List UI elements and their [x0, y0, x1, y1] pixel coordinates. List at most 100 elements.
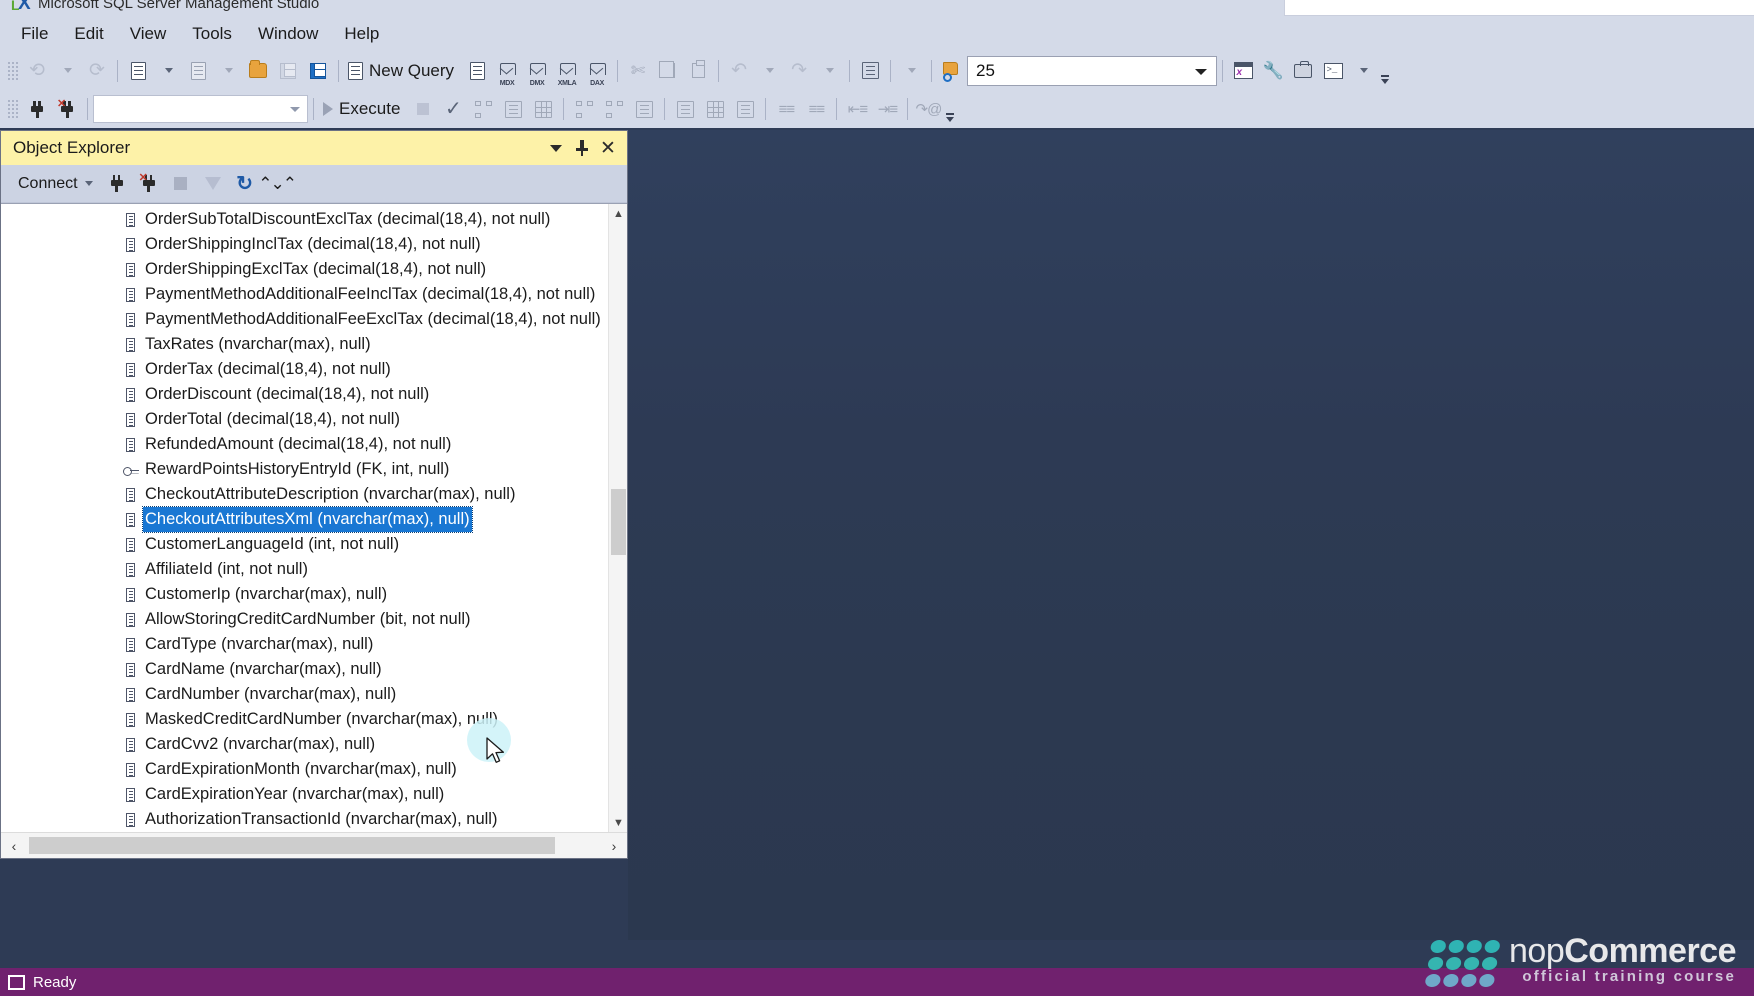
- tree-item[interactable]: CardExpirationMonth (nvarchar(max), null…: [1, 757, 608, 782]
- new-project-dropdown-icon[interactable]: [213, 56, 243, 86]
- tree-item[interactable]: CustomerIp (nvarchar(max), null): [1, 582, 608, 607]
- oe-pin-button[interactable]: [569, 135, 595, 161]
- save-all-icon[interactable]: [303, 56, 333, 86]
- new-project-icon[interactable]: [183, 56, 213, 86]
- stop-icon[interactable]: [408, 94, 438, 124]
- cut-icon[interactable]: ✄: [623, 56, 653, 86]
- object-explorer-title-bar[interactable]: Object Explorer ✕: [1, 131, 627, 165]
- scroll-down-button[interactable]: ▼: [609, 813, 627, 832]
- tree-item[interactable]: OrderShippingInclTax (decimal(18,4), not…: [1, 232, 608, 257]
- new-mdx-query-icon[interactable]: MDX: [492, 56, 522, 87]
- new-query-dropdown-icon[interactable]: [153, 56, 183, 86]
- include-client-statistics-icon[interactable]: [629, 94, 659, 124]
- chevron-down-icon[interactable]: [290, 107, 300, 112]
- available-databases-combo[interactable]: [93, 95, 308, 123]
- undo-dropdown-icon[interactable]: [754, 56, 784, 86]
- tree-item[interactable]: CheckoutAttributesXml (nvarchar(max), nu…: [1, 506, 608, 533]
- tree-item[interactable]: MaskedCreditCardNumber (nvarchar(max), n…: [1, 707, 608, 732]
- show-diagram-pane-icon[interactable]: [855, 56, 885, 86]
- tree-item[interactable]: CardName (nvarchar(max), null): [1, 657, 608, 682]
- toolbox-icon[interactable]: [1288, 56, 1318, 86]
- new-dmx-query-icon[interactable]: DMX: [522, 56, 552, 87]
- paste-icon[interactable]: [683, 56, 713, 86]
- tree-item[interactable]: CardCvv2 (nvarchar(max), null): [1, 732, 608, 757]
- execute-button[interactable]: Execute: [319, 94, 408, 124]
- include-actual-execution-plan-icon[interactable]: [569, 94, 599, 124]
- save-icon[interactable]: [273, 56, 303, 86]
- oe-disconnect-icon[interactable]: ✕: [134, 169, 164, 199]
- tree-vertical-scrollbar[interactable]: ▲ ▼: [608, 204, 627, 832]
- toolbar-overflow-icon[interactable]: [896, 56, 926, 86]
- quick-find-input[interactable]: 25: [967, 55, 1218, 86]
- redo-icon[interactable]: ↷: [784, 56, 814, 86]
- tree-item[interactable]: OrderDiscount (decimal(18,4), not null): [1, 382, 608, 407]
- oe-connect-button[interactable]: Connect: [11, 171, 100, 197]
- oe-stop-icon[interactable]: [166, 169, 196, 199]
- wrench-options-icon[interactable]: 🔧: [1258, 56, 1288, 86]
- navigate-back-icon[interactable]: ⟲: [22, 56, 52, 86]
- decrease-indent-icon[interactable]: ⇤≡: [842, 94, 872, 124]
- tree-item[interactable]: AuthorizationTransactionId (nvarchar(max…: [1, 807, 608, 832]
- oe-connect-object-icon[interactable]: [102, 169, 132, 199]
- new-dax-query-icon[interactable]: DAX: [582, 56, 612, 87]
- oe-close-button[interactable]: ✕: [595, 135, 621, 161]
- new-query-window-icon[interactable]: [123, 56, 153, 86]
- scroll-right-button[interactable]: ›: [601, 833, 627, 859]
- menu-file[interactable]: File: [8, 20, 61, 48]
- visual-studio-icon[interactable]: x: [1228, 56, 1258, 86]
- oe-filter-icon[interactable]: [198, 169, 228, 199]
- new-xmla-query-icon[interactable]: XMLA: [552, 56, 582, 87]
- specify-values-for-template-parameters-icon[interactable]: ↷@: [913, 94, 943, 124]
- comment-lines-icon[interactable]: ≡≡: [771, 94, 801, 124]
- command-prompt-dropdown-icon[interactable]: [1348, 56, 1378, 86]
- navigate-back-dropdown-icon[interactable]: [52, 56, 82, 86]
- menu-view[interactable]: View: [117, 20, 180, 48]
- tree-item[interactable]: PaymentMethodAdditionalFeeExclTax (decim…: [1, 307, 608, 332]
- oe-dropdown-button[interactable]: [543, 135, 569, 161]
- oe-activity-monitor-icon[interactable]: ⌃⌄⌃: [258, 169, 297, 199]
- new-database-engine-query-icon[interactable]: [462, 56, 492, 86]
- disconnect-icon[interactable]: ✕: [52, 94, 82, 124]
- quick-find-dropdown-icon[interactable]: [1195, 68, 1208, 75]
- redo-dropdown-icon[interactable]: [814, 56, 844, 86]
- horizontal-scrollbar-thumb[interactable]: [29, 837, 555, 854]
- results-to-file-icon[interactable]: [730, 94, 760, 124]
- navigate-forward-icon[interactable]: ⟳: [82, 56, 112, 86]
- menu-tools[interactable]: Tools: [179, 20, 245, 48]
- menu-help[interactable]: Help: [331, 20, 392, 48]
- vertical-scrollbar-thumb[interactable]: [611, 489, 626, 555]
- scroll-left-button[interactable]: ‹: [1, 833, 27, 859]
- results-to-grid-2-icon[interactable]: [700, 94, 730, 124]
- include-live-query-statistics-icon[interactable]: [599, 94, 629, 124]
- new-query-button[interactable]: New Query: [344, 56, 462, 86]
- open-file-icon[interactable]: [243, 56, 273, 86]
- tree-item[interactable]: OrderTax (decimal(18,4), not null): [1, 357, 608, 382]
- undo-icon[interactable]: ↶: [724, 56, 754, 86]
- tree-item[interactable]: CardExpirationYear (nvarchar(max), null): [1, 782, 608, 807]
- parse-icon[interactable]: ✓: [438, 94, 468, 124]
- uncomment-lines-icon[interactable]: ≡≡: [801, 94, 831, 124]
- scroll-up-button[interactable]: ▲: [609, 204, 627, 223]
- tree-horizontal-scrollbar[interactable]: ‹ ›: [1, 832, 627, 858]
- tree-item[interactable]: CustomerLanguageId (int, not null): [1, 532, 608, 557]
- tree-item[interactable]: RewardPointsHistoryEntryId (FK, int, nul…: [1, 457, 608, 482]
- tree-item[interactable]: OrderTotal (decimal(18,4), not null): [1, 407, 608, 432]
- sql-toolbar-overflow-icon[interactable]: [943, 94, 957, 124]
- object-explorer-tree[interactable]: OrderSubTotalDiscountExclTax (decimal(18…: [1, 204, 608, 832]
- tree-item[interactable]: PaymentMethodAdditionalFeeInclTax (decim…: [1, 282, 608, 307]
- tree-item[interactable]: TaxRates (nvarchar(max), null): [1, 332, 608, 357]
- menu-edit[interactable]: Edit: [61, 20, 116, 48]
- tree-item[interactable]: CardType (nvarchar(max), null): [1, 632, 608, 657]
- tree-item[interactable]: AffiliateId (int, not null): [1, 557, 608, 582]
- oe-refresh-icon[interactable]: ↻: [230, 169, 260, 199]
- display-estimated-execution-plan-icon[interactable]: [468, 94, 498, 124]
- tree-item[interactable]: OrderShippingExclTax (decimal(18,4), not…: [1, 257, 608, 282]
- connect-icon[interactable]: [22, 94, 52, 124]
- find-in-files-icon[interactable]: [937, 56, 967, 86]
- toolbar-grip[interactable]: [6, 98, 18, 120]
- toolbar-overflow-chevron-icon[interactable]: [1378, 56, 1392, 86]
- menu-window[interactable]: Window: [245, 20, 331, 48]
- results-to-text-icon[interactable]: [670, 94, 700, 124]
- increase-indent-icon[interactable]: ⇥≡: [872, 94, 902, 124]
- tree-item[interactable]: RefundedAmount (decimal(18,4), not null): [1, 432, 608, 457]
